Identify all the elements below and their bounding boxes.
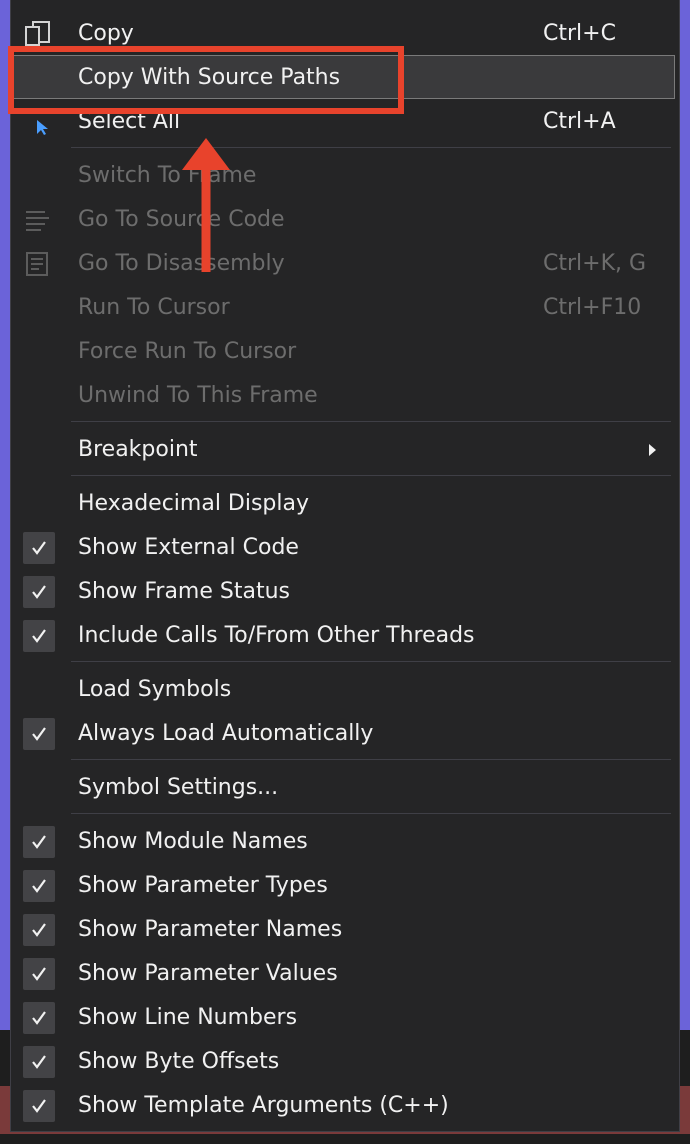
- menu-separator: [71, 147, 671, 148]
- menu-item-label: Show Line Numbers: [78, 1005, 298, 1030]
- menu-item-hexadecimal-display[interactable]: Hexadecimal Display: [11, 482, 679, 526]
- menu-item-show-external-code[interactable]: Show External Code: [11, 526, 679, 570]
- checkmark-icon: [23, 620, 55, 652]
- menu-separator: [71, 759, 671, 760]
- menu-item-label: Always Load Automatically: [78, 721, 374, 746]
- menu-item-symbol-settings[interactable]: Symbol Settings...: [11, 766, 679, 810]
- menu-item-always-load-automatically[interactable]: Always Load Automatically: [11, 712, 679, 756]
- menu-item-unwind-to-this-frame[interactable]: Unwind To This Frame: [11, 374, 679, 418]
- copy-icon: [23, 20, 53, 48]
- checkmark-icon: [23, 826, 55, 858]
- menu-item-label: Show External Code: [78, 535, 299, 560]
- menu-item-label: Show Parameter Values: [78, 961, 338, 986]
- menu-item-go-to-source-code[interactable]: Go To Source Code: [11, 198, 679, 242]
- submenu-arrow-icon: [649, 444, 656, 456]
- menu-item-label: Symbol Settings...: [78, 775, 279, 800]
- menu-item-show-line-numbers[interactable]: Show Line Numbers: [11, 996, 679, 1040]
- menu-item-label: Unwind To This Frame: [78, 383, 318, 408]
- menu-item-shortcut: Ctrl+A: [543, 109, 616, 134]
- menu-separator: [71, 813, 671, 814]
- menu-item-label: Show Module Names: [78, 829, 308, 854]
- source-code-icon: [23, 206, 53, 234]
- menu-item-show-parameter-types[interactable]: Show Parameter Types: [11, 864, 679, 908]
- menu-item-label: Breakpoint: [78, 437, 198, 462]
- checkmark-icon: [23, 1046, 55, 1078]
- menu-item-breakpoint[interactable]: Breakpoint: [11, 428, 679, 472]
- checkmark-icon: [23, 576, 55, 608]
- menu-item-show-template-arguments[interactable]: Show Template Arguments (C++): [11, 1084, 679, 1128]
- menu-item-label: Include Calls To/From Other Threads: [78, 623, 475, 648]
- menu-separator: [71, 661, 671, 662]
- menu-item-include-calls-other-threads[interactable]: Include Calls To/From Other Threads: [11, 614, 679, 658]
- context-menu: Copy Ctrl+C Copy With Source Paths Selec…: [10, 0, 680, 1132]
- checkmark-icon: [23, 914, 55, 946]
- menu-item-label: Show Parameter Types: [78, 873, 328, 898]
- checkmark-icon: [23, 870, 55, 902]
- menu-item-run-to-cursor[interactable]: Run To Cursor Ctrl+F10: [11, 286, 679, 330]
- menu-item-label: Run To Cursor: [78, 295, 230, 320]
- menu-item-load-symbols[interactable]: Load Symbols: [11, 668, 679, 712]
- menu-item-show-module-names[interactable]: Show Module Names: [11, 820, 679, 864]
- checkmark-icon: [23, 1002, 55, 1034]
- menu-item-label: Show Parameter Names: [78, 917, 343, 942]
- checkmark-icon: [23, 532, 55, 564]
- menu-item-shortcut: Ctrl+F10: [543, 295, 642, 320]
- menu-item-label: Force Run To Cursor: [78, 339, 297, 364]
- annotation-arrow-up-icon: [182, 138, 230, 272]
- menu-item-shortcut: Ctrl+C: [543, 21, 616, 46]
- checkmark-icon: [23, 958, 55, 990]
- menu-item-label: Hexadecimal Display: [78, 491, 310, 516]
- menu-item-show-frame-status[interactable]: Show Frame Status: [11, 570, 679, 614]
- menu-item-label: Show Byte Offsets: [78, 1049, 280, 1074]
- disassembly-icon: [23, 250, 53, 278]
- menu-item-label: Show Frame Status: [78, 579, 290, 604]
- menu-separator: [71, 475, 671, 476]
- menu-item-go-to-disassembly[interactable]: Go To Disassembly Ctrl+K, G: [11, 242, 679, 286]
- checkmark-icon: [23, 718, 55, 750]
- annotation-highlight-box: [8, 46, 404, 114]
- menu-item-shortcut: Ctrl+K, G: [543, 251, 647, 276]
- menu-item-show-parameter-values[interactable]: Show Parameter Values: [11, 952, 679, 996]
- menu-item-force-run-to-cursor[interactable]: Force Run To Cursor: [11, 330, 679, 374]
- menu-item-switch-to-frame[interactable]: Switch To Frame: [11, 154, 679, 198]
- menu-item-show-parameter-names[interactable]: Show Parameter Names: [11, 908, 679, 952]
- menu-separator: [71, 421, 671, 422]
- menu-item-label: Load Symbols: [78, 677, 232, 702]
- screen: Copy Ctrl+C Copy With Source Paths Selec…: [0, 0, 690, 1144]
- checkmark-icon: [23, 1090, 55, 1122]
- menu-item-show-byte-offsets[interactable]: Show Byte Offsets: [11, 1040, 679, 1084]
- menu-item-label: Show Template Arguments (C++): [78, 1093, 449, 1118]
